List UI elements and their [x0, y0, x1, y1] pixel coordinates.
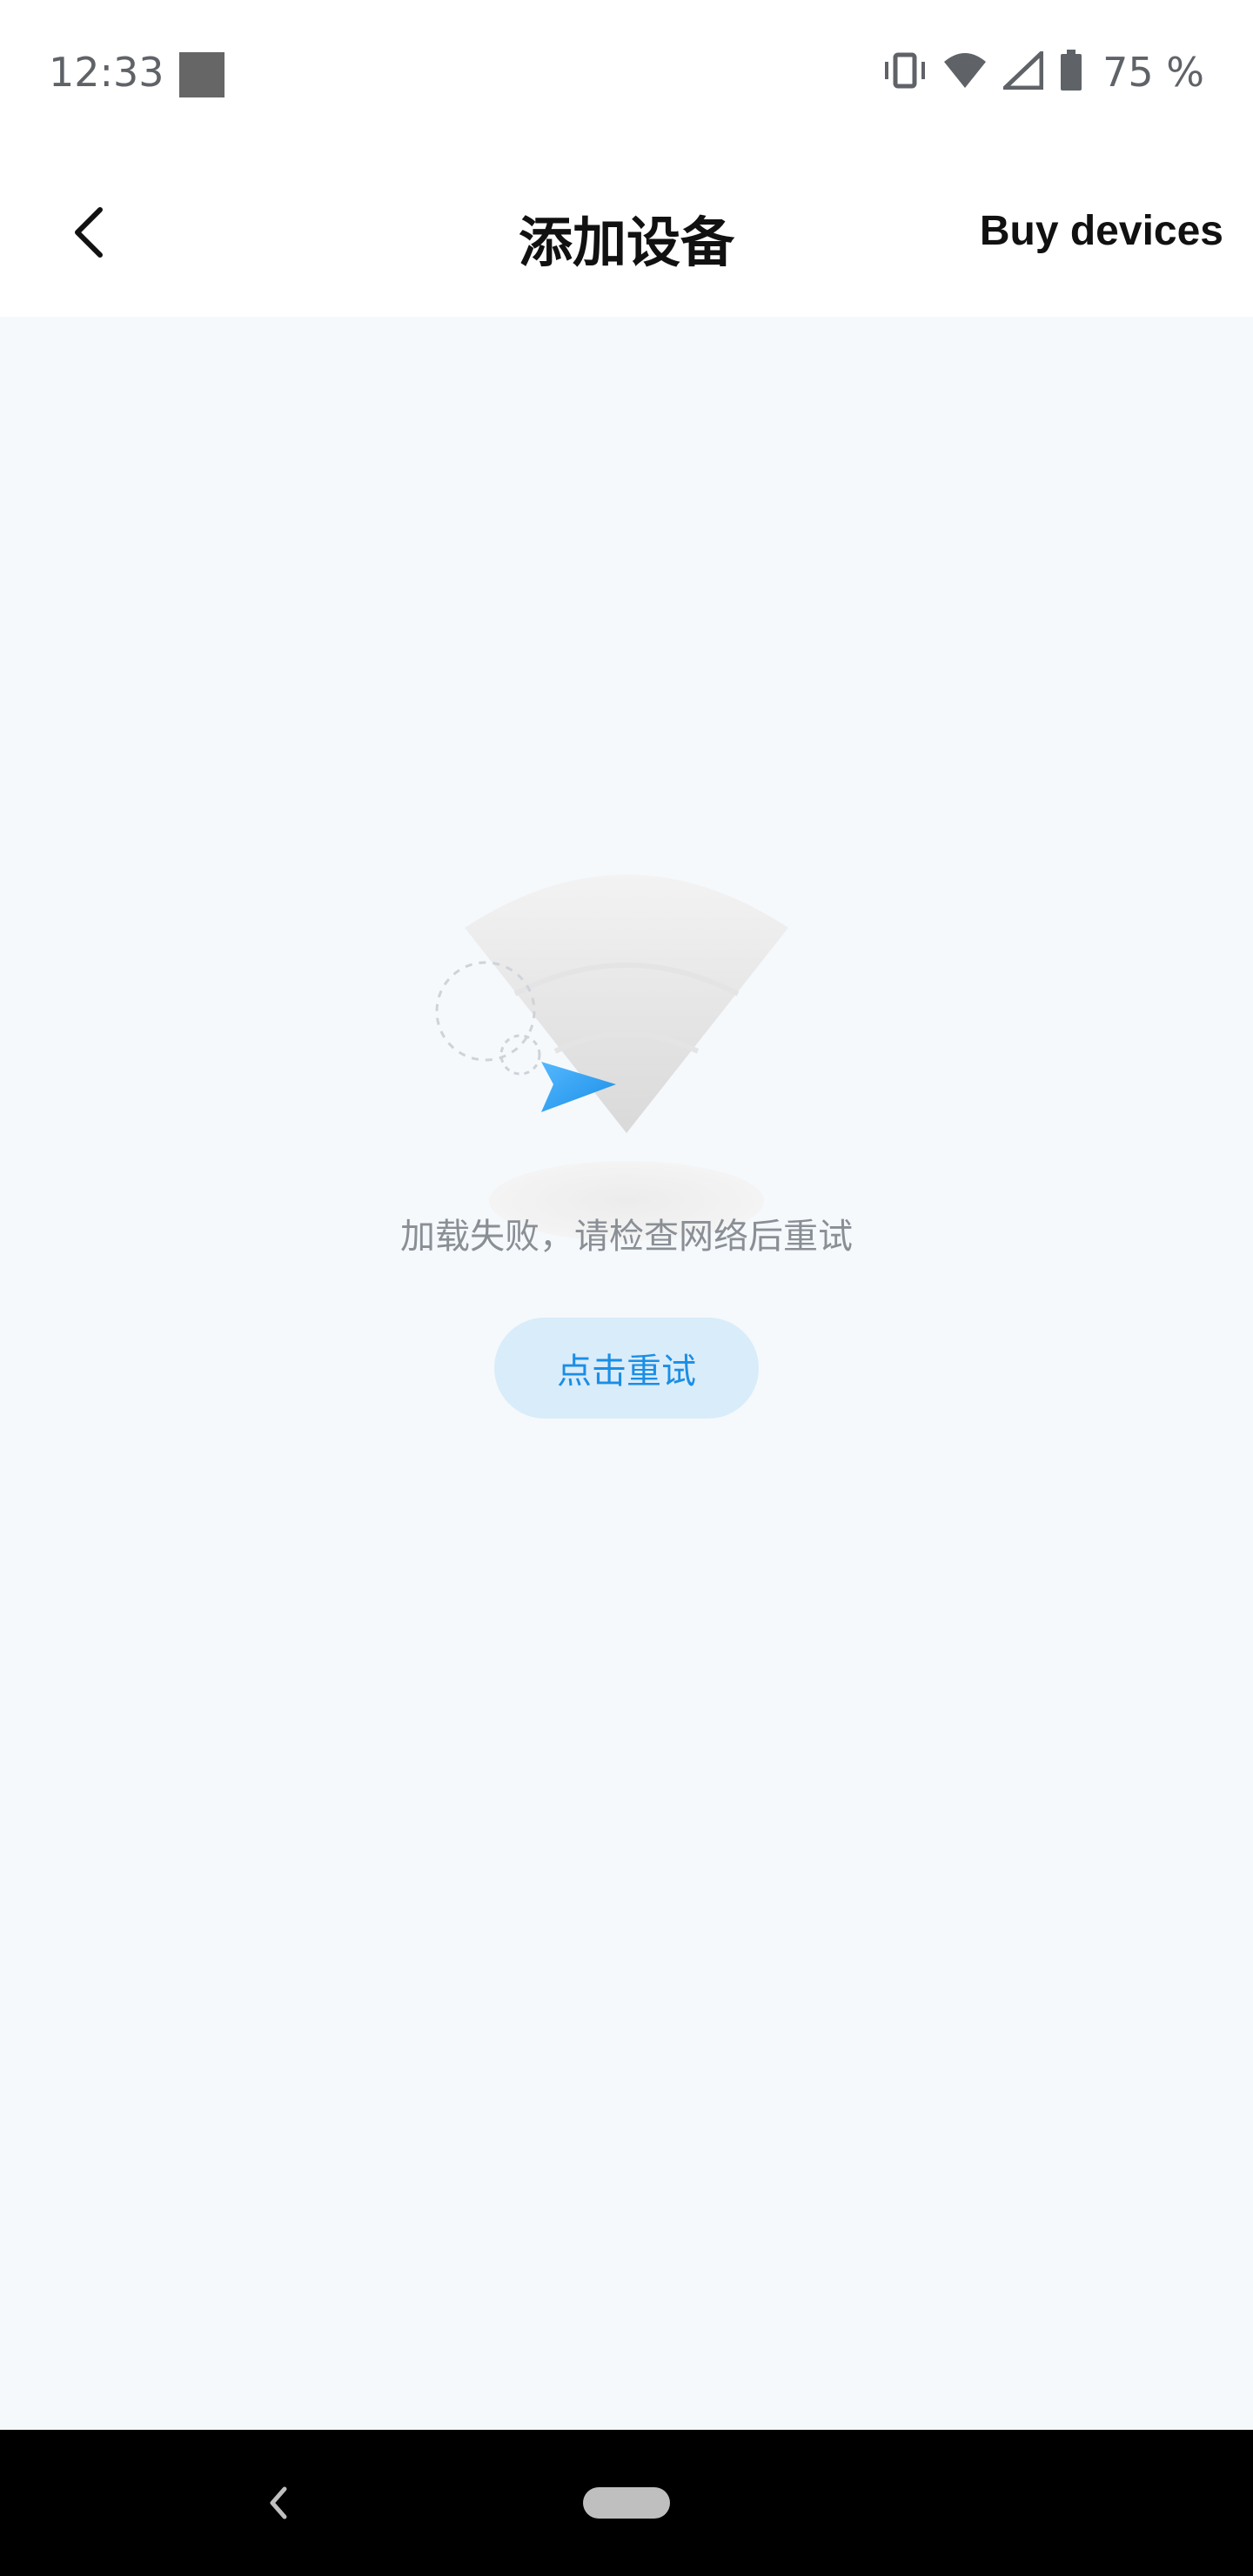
vibrate-icon — [883, 51, 927, 94]
wifi-fan-illustration — [435, 875, 788, 1241]
retry-button[interactable]: 点击重试 — [494, 1318, 759, 1419]
buy-devices-button[interactable]: Buy devices — [980, 207, 1223, 255]
notification-icon — [179, 52, 224, 97]
status-icons: 75 % — [883, 47, 1204, 96]
battery-icon — [1059, 49, 1083, 96]
signal-icon — [999, 47, 1044, 94]
status-time: 12:33 — [49, 49, 164, 96]
error-message: 加载失败，请检查网络后重试 — [400, 1217, 853, 1257]
content-area: 加载失败，请检查网络后重试 点击重试 — [0, 317, 1253, 2430]
status-bar: 12:33 75 % — [0, 0, 1253, 150]
app-bar: 添加设备 Buy devices — [0, 150, 1253, 317]
screen: 12:33 75 % 添加设备 Buy devices 加载失败，请检查网络后重… — [0, 0, 1253, 2576]
wifi-icon — [942, 51, 988, 94]
nav-home-pill[interactable] — [583, 2487, 670, 2519]
nav-back-icon[interactable] — [252, 2477, 305, 2529]
system-nav-bar — [0, 2430, 1253, 2576]
battery-percent: 75 % — [1102, 49, 1204, 96]
